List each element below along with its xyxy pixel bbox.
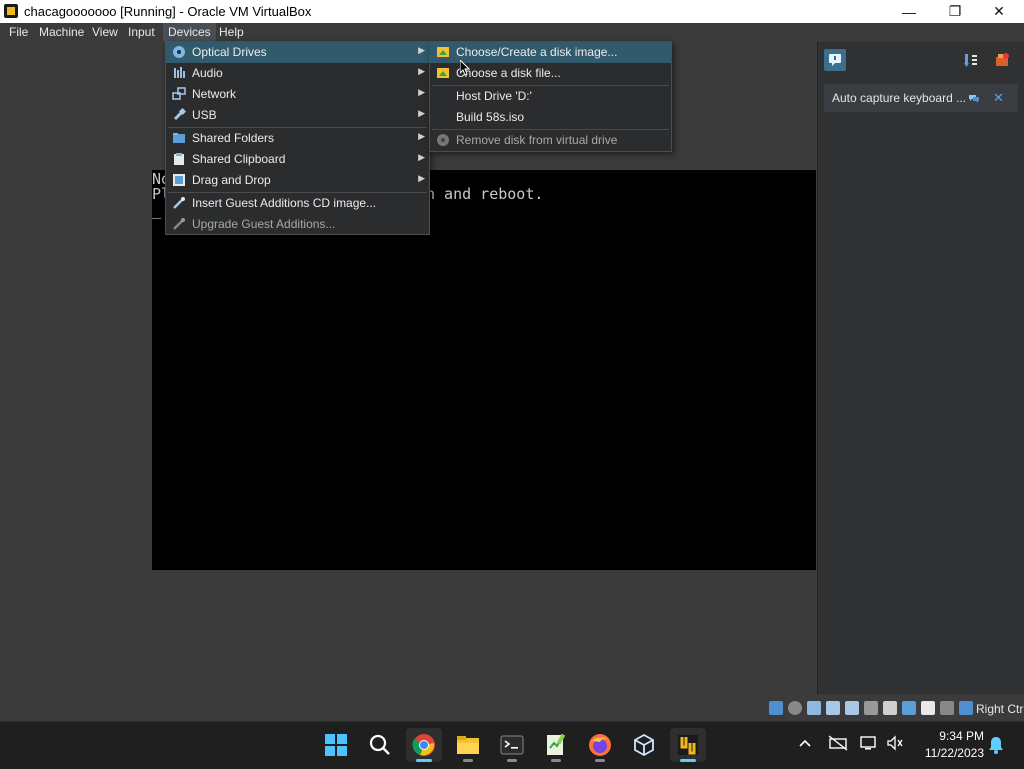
mouse-integration-status-icon[interactable] xyxy=(940,701,954,715)
menu-file[interactable]: File xyxy=(4,23,33,41)
chrome-icon[interactable] xyxy=(406,728,442,762)
disk-file-icon xyxy=(436,66,450,80)
usb-status-icon[interactable] xyxy=(845,701,859,715)
notification-bubble-icon[interactable] xyxy=(824,49,846,71)
notepad-plus-plus-icon[interactable] xyxy=(538,728,574,762)
submenu-arrow-icon: ▶ xyxy=(418,131,425,141)
submenu-item-build-iso[interactable]: Build 58s.iso xyxy=(430,107,671,128)
menu-item-usb[interactable]: USB ▶ xyxy=(166,105,429,126)
virtualbox-taskbar-icon[interactable] xyxy=(626,728,662,762)
remove-disk-icon xyxy=(436,133,450,147)
taskbar-clock-date[interactable]: 11/22/2023 xyxy=(914,746,984,760)
firefox-icon[interactable] xyxy=(582,728,618,762)
start-button[interactable] xyxy=(318,728,354,762)
menu-item-drag-and-drop[interactable]: Drag and Drop ▶ xyxy=(166,170,429,191)
close-notification-icon[interactable]: ✕ xyxy=(993,90,1004,106)
windows-taskbar: 9:34 PM 11/22/2023 xyxy=(0,721,1024,769)
submenu-arrow-icon: ▶ xyxy=(418,173,425,183)
virtualbox-app-icon xyxy=(4,4,18,18)
submenu-arrow-icon: ▶ xyxy=(418,45,425,55)
cpu-status-icon[interactable] xyxy=(921,701,935,715)
shared-folders-status-icon[interactable] xyxy=(864,701,878,715)
recording-status-icon[interactable] xyxy=(902,701,916,715)
network-status-icon[interactable] xyxy=(826,701,840,715)
hard-disk-status-icon[interactable] xyxy=(769,701,783,715)
menu-item-optical-drives[interactable]: Optical Drives ▶ xyxy=(166,42,429,63)
audio-icon xyxy=(172,66,186,80)
devices-menu: Optical Drives ▶ Audio ▶ Network ▶ USB ▶… xyxy=(165,41,430,235)
disk-image-icon xyxy=(436,45,450,59)
close-button[interactable]: ✕ xyxy=(976,0,1022,23)
audio-status-icon[interactable] xyxy=(807,701,821,715)
menu-item-audio[interactable]: Audio ▶ xyxy=(166,63,429,84)
help-icon[interactable] xyxy=(967,91,981,105)
menu-help[interactable]: Help xyxy=(214,23,249,41)
display-network-icon[interactable] xyxy=(860,735,878,754)
notification-center-panel: Auto capture keyboard ... ✕ xyxy=(817,42,1024,694)
network-disconnected-icon[interactable] xyxy=(828,735,848,754)
mouse-pointer-icon xyxy=(459,58,471,79)
minimize-button[interactable]: — xyxy=(886,0,932,23)
menu-item-insert-guest-additions[interactable]: Insert Guest Additions CD image... xyxy=(166,193,429,214)
window-titlebar: chacagooooooo [Running] - Oracle VM Virt… xyxy=(0,0,1024,23)
host-key-label: Right Ctrl xyxy=(976,702,1024,716)
search-icon[interactable] xyxy=(362,728,398,762)
menu-item-upgrade-guest-additions: Upgrade Guest Additions... xyxy=(166,214,429,235)
sort-icon[interactable] xyxy=(960,49,982,71)
notification-text: Auto capture keyboard ... xyxy=(832,91,967,105)
shared-folder-icon xyxy=(172,131,186,145)
menu-item-shared-folders[interactable]: Shared Folders ▶ xyxy=(166,128,429,149)
menubar: File Machine View Input Devices Help xyxy=(0,23,1024,41)
submenu-arrow-icon: ▶ xyxy=(418,66,425,76)
menu-devices[interactable]: Devices xyxy=(163,23,216,41)
submenu-item-host-drive[interactable]: Host Drive 'D:' xyxy=(430,86,671,107)
menu-item-network[interactable]: Network ▶ xyxy=(166,84,429,105)
vm-window-taskbar-icon[interactable] xyxy=(670,728,706,762)
file-explorer-icon[interactable] xyxy=(450,728,486,762)
menu-input[interactable]: Input xyxy=(123,23,160,41)
submenu-item-remove-disk: Remove disk from virtual drive xyxy=(430,130,671,151)
optical-disc-icon xyxy=(172,45,186,59)
console-cursor: _ xyxy=(152,201,162,219)
optical-drives-submenu: Choose/Create a disk image... Choose a d… xyxy=(429,41,672,152)
network-icon xyxy=(172,87,186,101)
menu-item-shared-clipboard[interactable]: Shared Clipboard ▶ xyxy=(166,149,429,170)
drag-drop-icon xyxy=(172,173,186,187)
keyboard-capture-icon[interactable] xyxy=(959,701,973,715)
vm-statusbar: Right Ctrl xyxy=(765,699,1024,719)
notification-item[interactable]: Auto capture keyboard ... ✕ xyxy=(824,84,1018,112)
restore-button[interactable]: ❐ xyxy=(932,0,978,23)
usb-icon xyxy=(172,107,187,122)
menu-view[interactable]: View xyxy=(87,23,123,41)
submenu-arrow-icon: ▶ xyxy=(418,152,425,162)
optical-drive-status-icon[interactable] xyxy=(788,701,802,715)
submenu-arrow-icon: ▶ xyxy=(418,108,425,118)
guest-additions-icon xyxy=(172,196,186,210)
notification-bell-icon[interactable] xyxy=(988,736,1004,757)
clear-notifications-icon[interactable] xyxy=(991,49,1013,71)
submenu-arrow-icon: ▶ xyxy=(418,87,425,97)
taskbar-clock-time[interactable]: 9:34 PM xyxy=(934,729,984,743)
show-hidden-icons-chevron-icon[interactable] xyxy=(798,736,812,753)
terminal-icon[interactable] xyxy=(494,728,530,762)
window-title: chacagooooooo [Running] - Oracle VM Virt… xyxy=(24,4,312,19)
upgrade-icon xyxy=(172,217,186,231)
clipboard-icon xyxy=(172,152,186,166)
display-status-icon[interactable] xyxy=(883,701,897,715)
console-line-2-right: n and reboot. xyxy=(426,185,544,203)
menu-machine[interactable]: Machine xyxy=(34,23,89,41)
volume-muted-icon[interactable] xyxy=(886,735,904,754)
